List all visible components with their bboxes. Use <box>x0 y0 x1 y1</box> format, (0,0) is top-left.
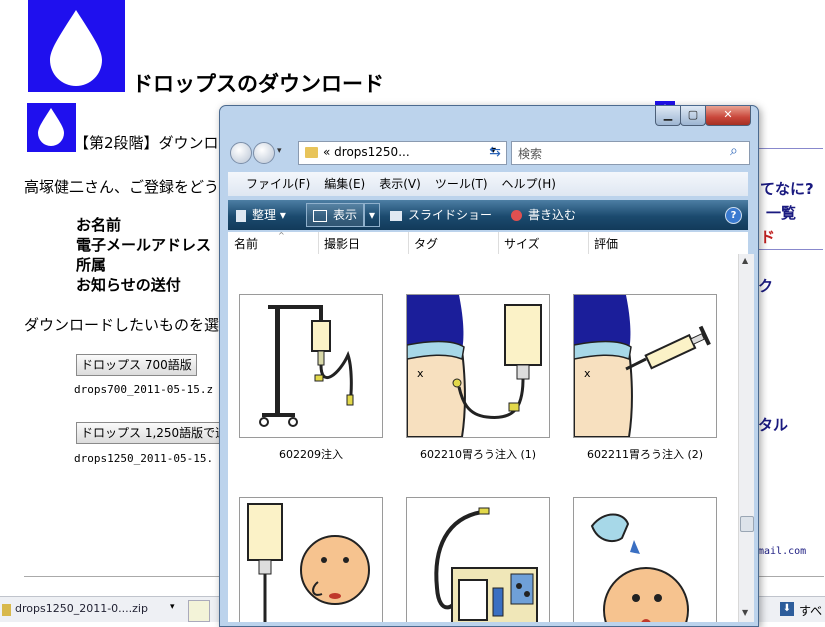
greeting-text: 高塚健二さん、ご登録をどうも <box>24 178 235 196</box>
drinking-icon[interactable] <box>573 497 717 622</box>
slideshow-button[interactable]: スライドショー <box>390 200 492 230</box>
navel-mark: x <box>584 367 591 380</box>
page-title: ドロップスのダウンロード <box>132 72 384 96</box>
views-dropdown-button[interactable]: ▾ <box>364 203 381 227</box>
search-icon[interactable]: ⌕ <box>730 143 738 159</box>
refresh-icon[interactable]: ⇆ <box>484 141 506 163</box>
download-700-button[interactable]: ドロップス 700語版 <box>76 354 197 376</box>
instruction-text: ダウンロードしたいものを選ん <box>24 316 235 334</box>
stage-heading: 【第2段階】ダウンロ <box>74 134 219 152</box>
column-separator <box>498 232 499 254</box>
field-notify-label: お知らせの送付 <box>76 276 181 294</box>
column-size[interactable]: サイズ <box>504 235 540 252</box>
minimize-button[interactable]: ▁ <box>655 106 681 126</box>
help-icon[interactable]: ? <box>725 207 742 224</box>
file-name-602211[interactable]: 602211胃ろう注入 (2) <box>562 446 728 462</box>
slideshow-label: スライドショー <box>408 208 493 222</box>
field-name-label: お名前 <box>76 216 122 234</box>
column-tags[interactable]: タグ <box>414 235 438 252</box>
organize-icon <box>236 209 246 222</box>
download-arrow-icon[interactable]: ⬇ <box>780 602 794 616</box>
menu-help[interactable]: ヘルプ(H) <box>502 172 556 196</box>
search-input[interactable]: 検索 ⌕ <box>511 141 750 165</box>
forward-button[interactable] <box>253 142 275 164</box>
menu-file[interactable]: ファイル(F) <box>246 172 310 196</box>
nasal-feeding-icon[interactable] <box>239 497 383 622</box>
folder-icon <box>305 147 318 158</box>
organize-label: 整理 <box>252 208 277 222</box>
field-email-label: 電子メールアドレス <box>76 236 212 254</box>
file-name-602210[interactable]: 602210胃ろう注入 (1) <box>395 446 561 462</box>
search-placeholder: 検索 <box>518 147 543 161</box>
file-name-602209[interactable]: 602209注入 <box>228 446 394 462</box>
navel-mark: x <box>417 367 424 380</box>
address-text: « drops1250... <box>323 145 410 159</box>
burn-icon <box>511 210 522 221</box>
download-1250-button[interactable]: ドロップス 1,250語版で追 <box>76 422 233 444</box>
field-affiliation-label: 所属 <box>76 256 107 274</box>
tube-feeding-icon[interactable]: x <box>406 294 550 438</box>
explorer-window: ▁ ▢ ✕ ▾ « drops1250... ▾ ⇆ 検索 ⌕ ファイル(F) 編… <box>219 105 759 627</box>
dropdown-arrow-icon[interactable]: ▾ <box>170 602 175 612</box>
maximize-button[interactable]: ▢ <box>680 106 706 126</box>
sidebar-link-what[interactable]: てなに? <box>760 178 814 199</box>
slideshow-icon <box>390 210 402 221</box>
iv-stand-icon[interactable] <box>239 294 383 438</box>
file-list-area: x x 602209注入 602210胃ろう注入 (1) 602211胃ろう注入… <box>228 254 738 622</box>
burn-label: 書き込む <box>528 208 577 222</box>
menu-bar: ファイル(F) 編集(E) 表示(V) ツール(T) ヘルプ(H) <box>228 172 748 196</box>
sidebar-link-ku[interactable]: ク <box>758 275 773 296</box>
email-link[interactable]: mail.com <box>758 546 806 557</box>
sidebar-link-portal[interactable]: タル <box>758 414 788 435</box>
close-button[interactable]: ✕ <box>705 106 751 126</box>
scroll-down-icon[interactable]: ▼ <box>742 608 748 617</box>
vertical-scrollbar[interactable]: ▲ ▼ <box>738 254 754 622</box>
suction-machine-icon[interactable] <box>406 497 550 622</box>
column-date-taken[interactable]: 撮影日 <box>324 235 360 252</box>
download-file-name[interactable]: drops1250_2011-0....zip <box>15 602 148 615</box>
history-dropdown-icon[interactable]: ▾ <box>277 146 282 156</box>
column-rating[interactable]: 評価 <box>594 235 618 252</box>
back-button[interactable] <box>230 142 252 164</box>
command-toolbar: 整理 ▾ 表示 ▾ スライドショー 書き込む ? <box>228 200 748 230</box>
syringe-feeding-icon[interactable]: x <box>573 294 717 438</box>
column-separator <box>408 232 409 254</box>
organize-button[interactable]: 整理 ▾ <box>236 200 286 230</box>
menu-edit[interactable]: 編集(E) <box>324 172 365 196</box>
column-name[interactable]: 名前 <box>234 235 258 252</box>
views-button[interactable]: 表示 <box>306 203 365 227</box>
file-700-link[interactable]: drops700_2011-05-15.z <box>74 383 213 396</box>
burn-button[interactable]: 書き込む <box>511 200 576 230</box>
sort-ascending-icon: ^ <box>278 231 285 240</box>
views-label: 表示 <box>333 208 358 222</box>
scroll-up-icon[interactable]: ▲ <box>742 256 748 265</box>
sidebar-link-download[interactable]: ド <box>760 226 775 247</box>
download-item-2[interactable] <box>188 600 210 622</box>
scrollbar-thumb[interactable] <box>740 516 754 532</box>
sidebar-link-list[interactable]: 一覧 <box>766 202 796 223</box>
column-separator <box>318 232 319 254</box>
file-1250-link[interactable]: drops1250_2011-05-15. <box>74 452 213 465</box>
column-header-bar: 名前 ^ 撮影日 タグ サイズ 評価 <box>228 231 748 255</box>
zip-file-icon <box>2 604 11 616</box>
views-icon <box>313 209 327 222</box>
drops-logo-small <box>27 103 76 152</box>
menu-tools[interactable]: ツール(T) <box>435 172 488 196</box>
drops-logo <box>28 0 125 92</box>
column-separator <box>588 232 589 254</box>
menu-view[interactable]: 表示(V) <box>379 172 421 196</box>
address-bar[interactable]: « drops1250... ▾ <box>298 141 507 165</box>
show-all-link[interactable]: すべ <box>799 602 822 619</box>
